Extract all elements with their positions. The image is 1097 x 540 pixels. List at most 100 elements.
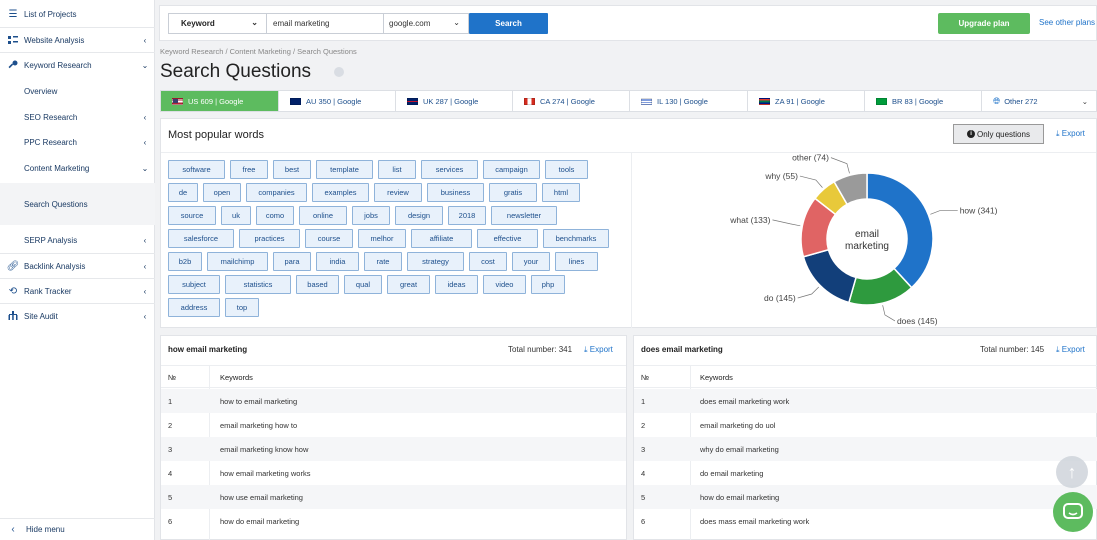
word-chip[interactable]: qual <box>344 275 382 294</box>
sidebar-item-seo-research[interactable]: SEO Research ‹ <box>0 105 155 129</box>
database-select[interactable]: google.com ⌄ <box>384 13 469 34</box>
word-chip[interactable]: address <box>168 298 220 317</box>
sidebar-item-website-analysis[interactable]: Website Analysis ‹ <box>0 28 155 52</box>
export-button[interactable]: ⤓ Export <box>1056 129 1085 139</box>
keyword-cell[interactable]: how use email marketing <box>220 493 303 502</box>
keyword-cell[interactable]: does mass email marketing work <box>700 517 809 526</box>
word-chip[interactable]: html <box>542 183 580 202</box>
word-chip[interactable]: template <box>316 160 373 179</box>
word-chip[interactable]: salesforce <box>168 229 234 248</box>
word-chip[interactable]: effective <box>477 229 538 248</box>
sidebar-item-ppc-research[interactable]: PPC Research ‹ <box>0 130 155 154</box>
pie-slice[interactable] <box>802 248 857 304</box>
tab-other[interactable]: 🌐︎ Other 272 ⌄ <box>982 91 1096 111</box>
only-questions-toggle[interactable]: i Only questions <box>953 124 1044 144</box>
word-chip[interactable]: based <box>296 275 339 294</box>
word-chip[interactable]: great <box>387 275 430 294</box>
word-chip[interactable]: uk <box>221 206 251 225</box>
tab-br[interactable]: BR 83 | Google <box>865 91 982 111</box>
keyword-cell[interactable]: email marketing do uol <box>700 421 775 430</box>
word-chip[interactable]: affiliate <box>411 229 472 248</box>
word-chip[interactable]: rate <box>364 252 402 271</box>
keyword-cell[interactable]: does email marketing work <box>700 397 789 406</box>
sidebar-item-site-audit[interactable]: Site Audit ‹ <box>0 304 155 328</box>
chat-button[interactable] <box>1053 492 1093 532</box>
word-chip[interactable]: open <box>203 183 241 202</box>
table-row: 2 email marketing how to <box>161 413 626 437</box>
word-chip[interactable]: free <box>230 160 268 179</box>
export-button[interactable]: ⤓ Export <box>584 345 613 355</box>
word-chip[interactable]: benchmarks <box>543 229 609 248</box>
word-chip[interactable]: software <box>168 160 225 179</box>
word-chip[interactable]: campaign <box>483 160 540 179</box>
row-number: 6 <box>168 517 173 526</box>
sidebar-item-rank-tracker[interactable]: ⟲ Rank Tracker ‹ <box>0 279 155 303</box>
word-chip[interactable]: strategy <box>407 252 464 271</box>
word-chip[interactable]: tools <box>545 160 588 179</box>
keyword-cell[interactable]: email marketing know how <box>220 445 308 454</box>
word-chip[interactable]: para <box>273 252 311 271</box>
keyword-cell[interactable]: do email marketing <box>700 469 763 478</box>
see-other-plans-link[interactable]: See other plans <box>1039 18 1095 27</box>
sidebar-item-search-questions[interactable]: Search Questions <box>0 183 155 225</box>
word-chip[interactable]: de <box>168 183 198 202</box>
sidebar-item-serp-analysis[interactable]: SERP Analysis ‹ <box>0 228 155 252</box>
word-chip[interactable]: cost <box>469 252 507 271</box>
word-chip[interactable]: services <box>421 160 478 179</box>
word-chip[interactable]: gratis <box>489 183 537 202</box>
word-chip[interactable]: php <box>531 275 565 294</box>
tab-ca[interactable]: CA 274 | Google <box>513 91 630 111</box>
word-chip[interactable]: newsletter <box>491 206 557 225</box>
keyword-cell[interactable]: email marketing how to <box>220 421 297 430</box>
word-chip[interactable]: practices <box>239 229 300 248</box>
word-chip[interactable]: source <box>168 206 216 225</box>
word-chip[interactable]: examples <box>312 183 369 202</box>
word-chip[interactable]: top <box>225 298 259 317</box>
word-chip[interactable]: video <box>483 275 526 294</box>
word-chip[interactable]: jobs <box>352 206 390 225</box>
word-chip[interactable]: mailchimp <box>207 252 268 271</box>
keyword-cell[interactable]: how do email marketing <box>220 517 299 526</box>
word-chip[interactable]: lines <box>555 252 598 271</box>
chevron-left-icon: ‹ <box>143 137 147 147</box>
keyword-cell[interactable]: how email marketing works <box>220 469 310 478</box>
tab-za[interactable]: ZA 91 | Google <box>748 91 865 111</box>
search-type-select[interactable]: Keyword ⌄ <box>168 13 267 34</box>
sidebar-item-list-of-projects[interactable]: ☰ List of Projects <box>0 2 155 26</box>
search-input[interactable]: email marketing <box>267 13 384 34</box>
tab-il[interactable]: IL 130 | Google <box>630 91 748 111</box>
keyword-cell[interactable]: how do email marketing <box>700 493 779 502</box>
help-icon[interactable] <box>334 67 344 77</box>
word-chip[interactable]: como <box>256 206 294 225</box>
tab-au[interactable]: AU 350 | Google <box>279 91 396 111</box>
keyword-cell[interactable]: how to email marketing <box>220 397 297 406</box>
word-chip[interactable]: list <box>378 160 416 179</box>
word-chip[interactable]: ideas <box>435 275 478 294</box>
scroll-to-top-button[interactable]: ↑ <box>1056 456 1088 488</box>
upgrade-plan-button[interactable]: Upgrade plan <box>938 13 1030 34</box>
word-chip[interactable]: companies <box>246 183 307 202</box>
tab-us[interactable]: US 609 | Google <box>161 91 279 111</box>
word-chip[interactable]: design <box>395 206 443 225</box>
sidebar-item-content-marketing[interactable]: Content Marketing ⌄ <box>0 156 155 180</box>
keyword-cell[interactable]: why do email marketing <box>700 445 779 454</box>
word-chip[interactable]: india <box>316 252 359 271</box>
hide-menu-button[interactable]: ‹ Hide menu <box>0 519 155 540</box>
word-chip[interactable]: melhor <box>358 229 406 248</box>
export-button[interactable]: ⤓ Export <box>1056 345 1085 355</box>
word-chip[interactable]: best <box>273 160 311 179</box>
word-chip[interactable]: business <box>427 183 484 202</box>
word-chip[interactable]: statistics <box>225 275 291 294</box>
word-chip[interactable]: your <box>512 252 550 271</box>
sidebar-item-backlink-analysis[interactable]: 🔗︎ Backlink Analysis ‹ <box>0 254 155 278</box>
word-chip[interactable]: b2b <box>168 252 202 271</box>
word-chip[interactable]: review <box>374 183 422 202</box>
sidebar-item-overview[interactable]: Overview <box>0 79 155 103</box>
tab-uk[interactable]: UK 287 | Google <box>396 91 513 111</box>
word-chip[interactable]: online <box>299 206 347 225</box>
search-button[interactable]: Search <box>469 13 548 34</box>
word-chip[interactable]: course <box>305 229 353 248</box>
word-chip[interactable]: subject <box>168 275 220 294</box>
sidebar-item-keyword-research[interactable]: Keyword Research ⌄ <box>0 53 155 77</box>
word-chip[interactable]: 2018 <box>448 206 486 225</box>
